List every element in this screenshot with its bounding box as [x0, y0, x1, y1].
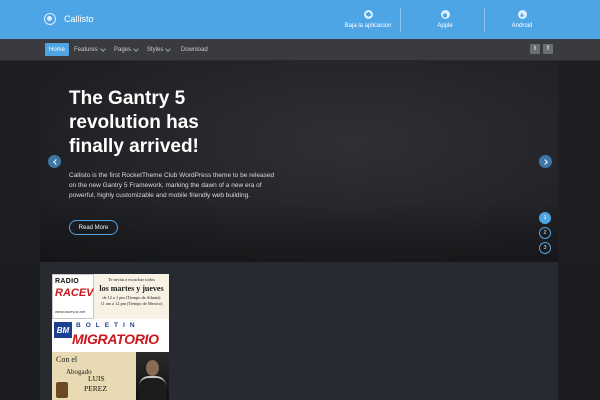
header-divider	[484, 8, 485, 32]
hero-slider: The Gantry 5 revolution has finally arri…	[40, 61, 558, 262]
lawyer-section: Con el Abogado LUIS PEREZ	[52, 352, 169, 400]
invite-line: Te invita a escuchar todos	[108, 277, 155, 282]
apple-link[interactable]: Apple	[430, 0, 460, 39]
boletin-banner: BM BOLETIN MIGRATORIO	[52, 319, 169, 352]
lawyer-photo	[136, 352, 169, 400]
nav-item-styles[interactable]: Styles	[143, 43, 174, 56]
nav-item-pages[interactable]: Pages	[110, 43, 142, 56]
callisto-logo-icon	[44, 13, 56, 25]
android-link[interactable]: Android	[507, 0, 537, 39]
hero-title: The Gantry 5 revolution has finally arri…	[69, 88, 199, 157]
android-icon	[517, 10, 527, 19]
photo-body	[139, 376, 166, 400]
nav-item-label: Home	[49, 46, 66, 53]
slider-next-button[interactable]	[539, 155, 552, 168]
bm-logo: BM	[54, 322, 72, 338]
page-gutter-right	[558, 262, 600, 400]
boletin-text: BOLETIN	[76, 322, 140, 329]
slider-prev-button[interactable]	[48, 155, 61, 168]
radio-schedule: Te invita a escuchar todos los martes y …	[94, 274, 169, 319]
nav-item-home[interactable]: Home	[45, 43, 70, 56]
chevron-down-icon	[133, 45, 139, 52]
hero-overlay	[40, 202, 558, 262]
justice-scales-icon	[56, 382, 68, 398]
con-el-text: Con el	[56, 355, 78, 364]
chevron-down-icon	[99, 45, 106, 52]
slider-dot-3[interactable]: 3	[539, 242, 551, 254]
app-download-label: Baja la aplicacion	[344, 23, 392, 29]
site-logo[interactable]: Callisto	[44, 13, 94, 25]
app-download-link[interactable]: Baja la aplicacion	[344, 0, 392, 39]
radio-url: www.racevoz.net	[55, 309, 86, 314]
chevron-down-icon	[165, 45, 172, 52]
photo-head	[146, 360, 159, 376]
cloud-download-icon	[363, 10, 373, 19]
radio-logo-top: RADIO	[55, 278, 80, 285]
slider-dot-2[interactable]: 2	[539, 227, 551, 239]
page-gutter-left	[0, 262, 40, 400]
android-label: Android	[511, 23, 533, 29]
top-header: Callisto Baja la aplicacion Apple Androi…	[0, 0, 600, 39]
chevron-right-icon	[541, 158, 548, 165]
slider-dot-1[interactable]: 1	[539, 212, 551, 224]
apple-icon	[440, 10, 450, 19]
invite-days: los martes y jueves	[99, 284, 164, 293]
site-title: Callisto	[64, 14, 94, 24]
apple-label: Apple	[437, 23, 453, 29]
main-navigation: Home Features Pages Styles Download t f	[0, 39, 600, 61]
nav-item-label: Styles	[147, 46, 164, 53]
nav-item-label: Pages	[114, 46, 132, 53]
migratorio-text: MIGRATORIO	[72, 331, 159, 347]
twitter-icon[interactable]: t	[530, 44, 540, 54]
facebook-icon[interactable]: f	[543, 44, 553, 54]
invite-time-atlanta: de 12 a 1 pm (Tiempo de Atlanta)	[102, 295, 161, 300]
radio-advertisement[interactable]: RADIO RACEVOZ www.racevoz.net Te invita …	[52, 274, 169, 400]
lawyer-last-name: PEREZ	[84, 384, 107, 393]
read-more-button[interactable]: Read More	[69, 220, 118, 235]
header-divider	[400, 8, 401, 32]
nav-item-features[interactable]: Features	[70, 43, 109, 56]
chevron-left-icon	[52, 158, 59, 165]
radio-racevoz-logo: RADIO RACEVOZ www.racevoz.net	[52, 274, 109, 319]
nav-item-download[interactable]: Download	[177, 43, 212, 56]
nav-item-label: Download	[181, 46, 208, 53]
hero-description: Callisto is the first RocketTheme Club W…	[69, 172, 275, 200]
nav-item-label: Features	[74, 46, 98, 53]
lawyer-first-name: LUIS	[88, 374, 105, 383]
invite-time-mexico: 11 am a 12 pm (Tiempo de Mexico)	[100, 301, 163, 306]
